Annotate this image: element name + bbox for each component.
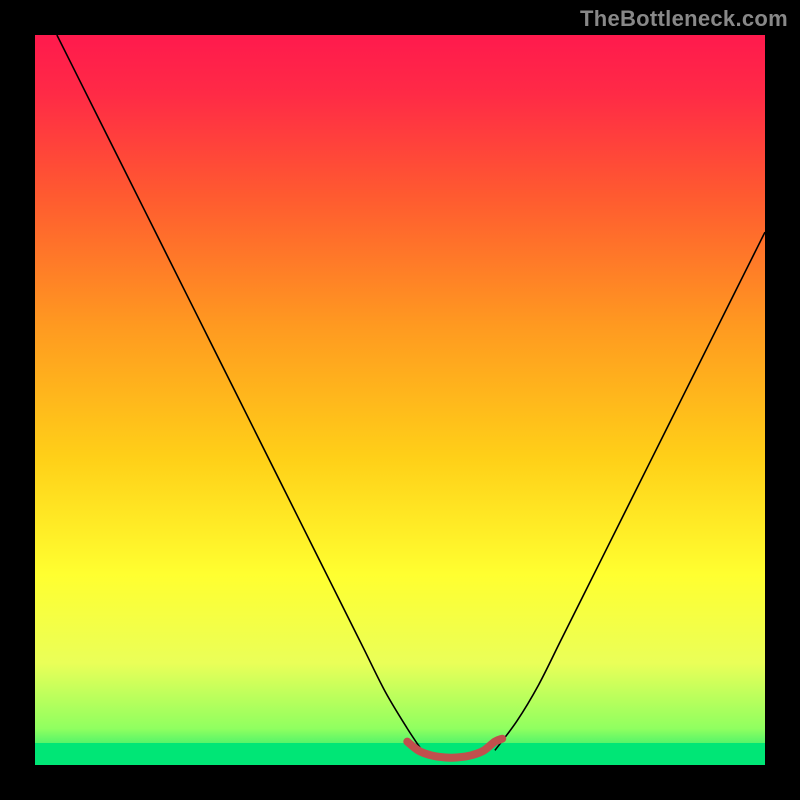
bottleneck-chart-svg: [35, 35, 765, 765]
green-bottom-band: [35, 743, 765, 765]
gradient-background: [35, 35, 765, 765]
watermark-text: TheBottleneck.com: [580, 6, 788, 32]
chart-frame: TheBottleneck.com: [0, 0, 800, 800]
plot-area: [35, 35, 765, 765]
